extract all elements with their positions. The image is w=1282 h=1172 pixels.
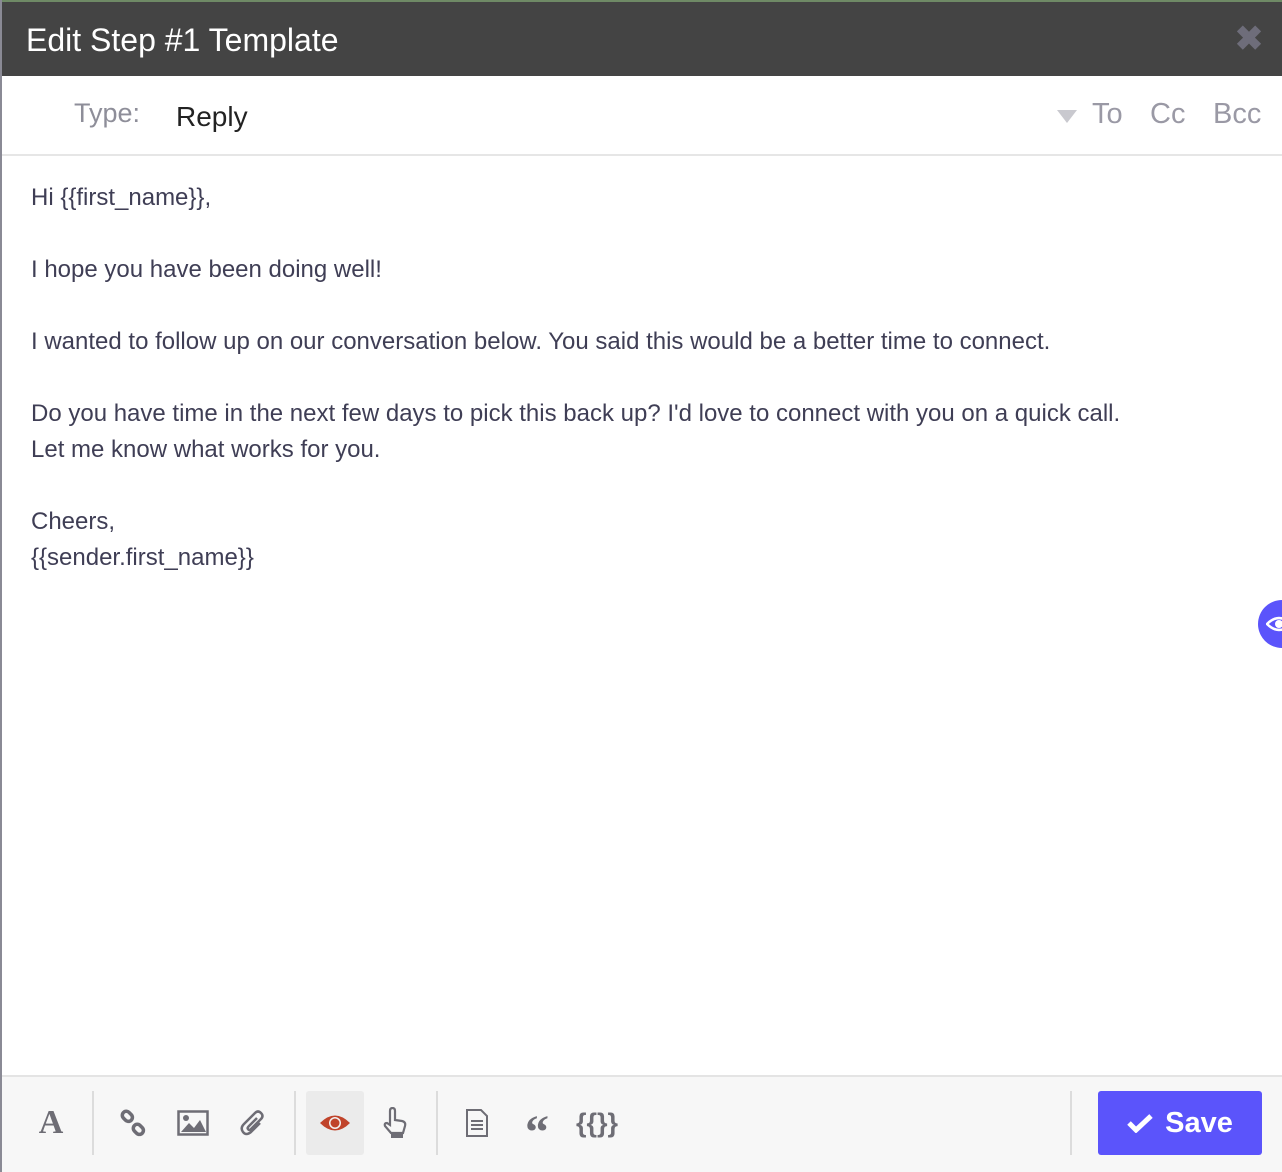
chevron-down-icon[interactable] bbox=[1057, 110, 1077, 123]
body-line: Cheers, bbox=[31, 504, 1251, 540]
attachment-icon[interactable] bbox=[224, 1091, 282, 1155]
cc-button[interactable]: Cc bbox=[1150, 98, 1185, 131]
check-icon bbox=[1127, 1113, 1153, 1133]
body-line: I hope you have been doing well! bbox=[31, 252, 1251, 288]
toolbar-divider bbox=[436, 1091, 438, 1155]
body-line bbox=[31, 216, 1251, 252]
type-label: Type: bbox=[74, 98, 140, 129]
dialog-title: Edit Step #1 Template bbox=[26, 22, 339, 59]
click-tracking-icon[interactable] bbox=[366, 1091, 424, 1155]
body-line: Do you have time in the next few days to… bbox=[31, 396, 1251, 432]
window-edge bbox=[0, 0, 2, 1172]
template-document-icon[interactable] bbox=[448, 1091, 506, 1155]
type-row: Type: Reply To Cc Bcc bbox=[2, 76, 1282, 156]
close-icon[interactable]: ✖ bbox=[1234, 24, 1264, 54]
link-icon[interactable] bbox=[104, 1091, 162, 1155]
save-button[interactable]: Save bbox=[1098, 1091, 1262, 1155]
toolbar-divider bbox=[294, 1091, 296, 1155]
body-line: Hi {{first_name}}, bbox=[31, 180, 1251, 216]
preview-fab-button[interactable] bbox=[1258, 600, 1282, 648]
bcc-button[interactable]: Bcc bbox=[1213, 98, 1261, 131]
to-button[interactable]: To bbox=[1092, 98, 1123, 131]
variables-icon[interactable]: {{}} bbox=[568, 1091, 626, 1155]
save-label: Save bbox=[1165, 1107, 1233, 1140]
quote-icon[interactable]: “ bbox=[508, 1091, 566, 1155]
tracking-eye-icon[interactable] bbox=[306, 1091, 364, 1155]
dialog-titlebar: Edit Step #1 Template ✖ bbox=[2, 0, 1282, 76]
body-line bbox=[31, 360, 1251, 396]
body-line: Let me know what works for you. bbox=[31, 432, 1251, 468]
body-line: I wanted to follow up on our conversatio… bbox=[31, 324, 1251, 360]
image-icon[interactable] bbox=[164, 1091, 222, 1155]
toolbar-divider bbox=[92, 1091, 94, 1155]
email-body-editor[interactable]: Hi {{first_name}}, I hope you have been … bbox=[31, 180, 1251, 576]
font-format-icon[interactable]: A bbox=[22, 1091, 80, 1155]
body-line bbox=[31, 288, 1251, 324]
editor-toolbar: A “ {{}} Save bbox=[2, 1075, 1282, 1172]
body-line bbox=[31, 468, 1251, 504]
eye-icon bbox=[1266, 614, 1282, 634]
body-line: {{sender.first_name}} bbox=[31, 540, 1251, 576]
toolbar-divider bbox=[1070, 1091, 1072, 1155]
type-select[interactable]: Reply bbox=[176, 101, 248, 133]
